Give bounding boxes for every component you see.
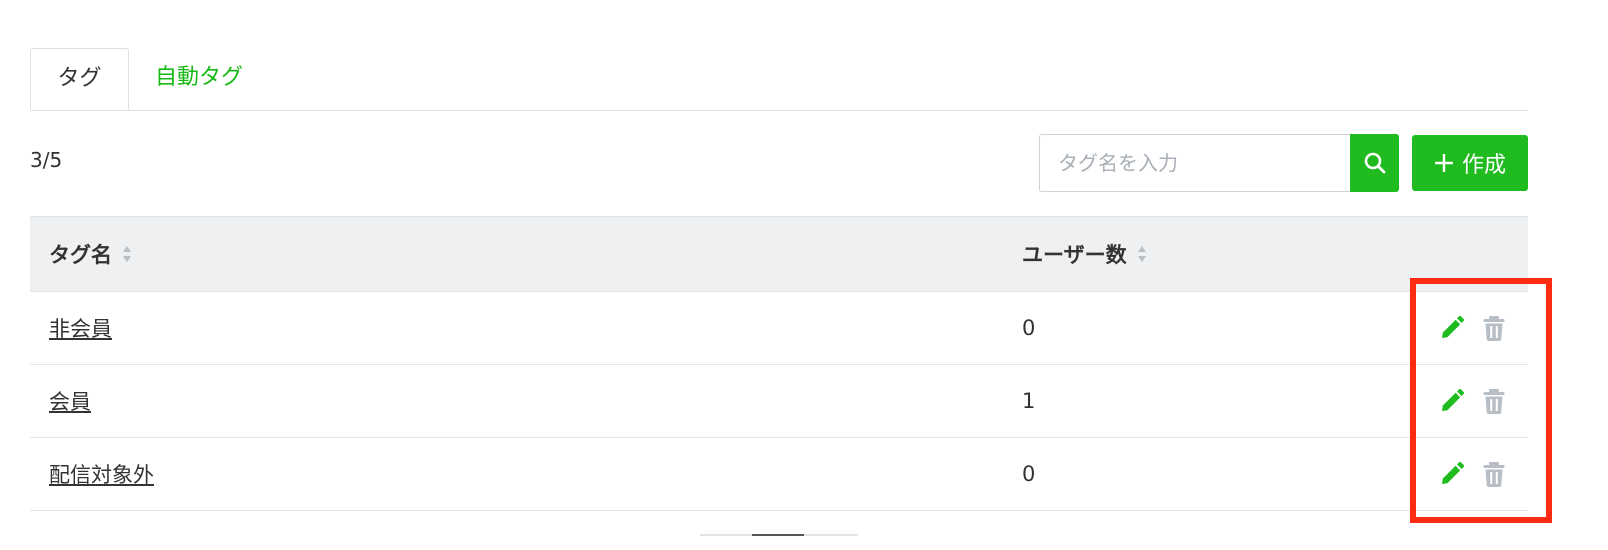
table-row: 非会員 0 — [30, 292, 1528, 365]
tab-tags[interactable]: タグ — [30, 48, 129, 110]
column-header-tag-name[interactable]: タグ名 — [49, 217, 132, 291]
create-button-label: 作成 — [1461, 153, 1506, 178]
highlight-box — [1410, 278, 1552, 523]
plus-icon — [1434, 154, 1453, 172]
tag-name-link[interactable]: 非会員 — [49, 292, 112, 364]
table-header: タグ名 ユーザー数 — [30, 216, 1528, 292]
search-icon — [1364, 152, 1385, 174]
user-count: 0 — [1022, 316, 1036, 340]
search-input[interactable] — [1039, 134, 1351, 192]
pagination-current[interactable] — [752, 534, 804, 536]
tab-auto-tags[interactable]: 自動タグ — [155, 48, 243, 108]
table-row: 会員 1 — [30, 365, 1528, 438]
user-count: 0 — [1022, 462, 1036, 486]
search-box — [1039, 134, 1399, 192]
sort-icon — [123, 246, 131, 262]
sort-icon — [1137, 246, 1146, 262]
create-button[interactable]: 作成 — [1412, 135, 1528, 191]
tag-name-link[interactable]: 配信対象外 — [49, 438, 154, 510]
column-header-user-count[interactable]: ユーザー数 — [1022, 217, 1147, 291]
pagination — [700, 534, 858, 536]
tag-name-link[interactable]: 会員 — [49, 365, 91, 437]
tag-table: タグ名 ユーザー数 非会員 0 会員 1 配信対象外 0 — [30, 216, 1528, 511]
tag-count: 3/5 — [30, 148, 63, 172]
search-button[interactable] — [1350, 134, 1399, 192]
tab-bar: タグ 自動タグ — [30, 48, 1528, 111]
user-count: 1 — [1022, 389, 1036, 413]
table-row: 配信対象外 0 — [30, 438, 1528, 511]
